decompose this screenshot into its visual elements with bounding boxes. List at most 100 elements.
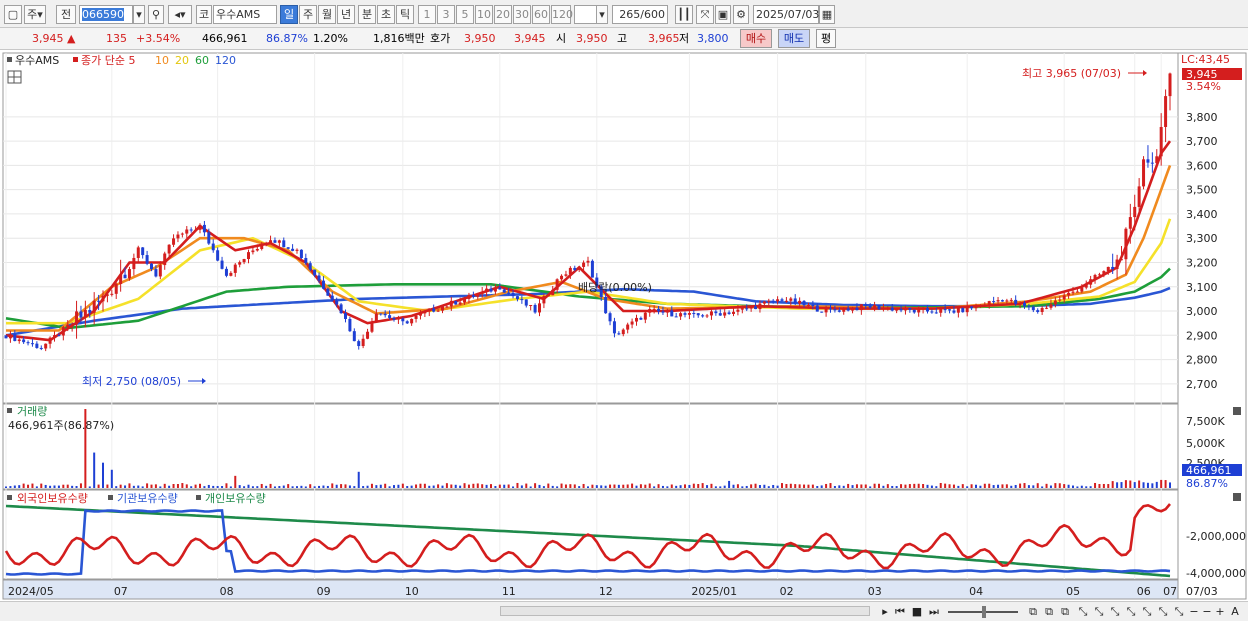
buy-button[interactable]: 매수: [740, 29, 772, 48]
legend-institution[interactable]: 기관보유수량: [117, 492, 178, 505]
minus-icon[interactable]: −: [1201, 604, 1213, 619]
market-select[interactable]: 주▾: [24, 5, 46, 24]
volume-bar: [388, 486, 391, 488]
volume-bar: [957, 485, 960, 488]
holdings-close-icon[interactable]: [1233, 493, 1241, 501]
copy-icon[interactable]: ⧉: [1058, 604, 1072, 619]
interval-60[interactable]: 60: [532, 5, 550, 24]
period-second[interactable]: 초: [377, 5, 395, 24]
candle-body: [1155, 156, 1159, 164]
prev-button[interactable]: 전: [56, 5, 76, 24]
speaker-icon[interactable]: ◂▾: [168, 5, 192, 24]
zoom-slider-handle[interactable]: [982, 606, 986, 618]
search-icon[interactable]: ⚲: [148, 5, 164, 24]
interval-30[interactable]: 30: [513, 5, 531, 24]
legend-square-icon: [196, 495, 201, 500]
crosshair-icon[interactable]: ⤧: [696, 5, 714, 24]
candle-body: [881, 307, 885, 310]
interval-120[interactable]: 120: [551, 5, 573, 24]
code-input[interactable]: 066590: [79, 5, 133, 24]
volume-bar: [344, 484, 347, 488]
legend-foreign[interactable]: 외국인보유수량: [17, 492, 88, 505]
volume-bar: [551, 485, 554, 488]
quote-bar: 3,945 ▲ 135 +3.54% 466,961 86.87% 1.20% …: [0, 28, 1248, 50]
code-dropdown-icon[interactable]: ▾: [133, 5, 145, 24]
chart-canvas[interactable]: 2,700 2,800 2,900 3,000 3,100 3,200 3,300 3,400…: [0, 51, 1248, 601]
volume-bar: [794, 484, 797, 488]
interval-3[interactable]: 3: [437, 5, 455, 24]
candle-body: [53, 335, 56, 338]
draw-line-icon[interactable]: ⤡: [1156, 604, 1170, 619]
volume-bar: [811, 484, 814, 488]
ma-legend-label[interactable]: 종가 단순 5: [81, 54, 135, 67]
legend-individual[interactable]: 개인보유수량: [205, 492, 266, 505]
draw-line-icon[interactable]: ⤡: [1140, 604, 1154, 619]
stock-name-field[interactable]: 우수AMS: [213, 5, 277, 24]
window-icon[interactable]: ▢: [4, 5, 22, 24]
candle-body: [855, 307, 859, 311]
interval-dropdown-icon[interactable]: ▾: [596, 5, 608, 24]
price-tick-label: 3,100: [1186, 281, 1218, 294]
x-tick-label: 07: [114, 585, 128, 598]
period-minute[interactable]: 분: [358, 5, 376, 24]
chart-area[interactable]: 2,700 2,800 2,900 3,000 3,100 3,200 3,300 3,400…: [0, 51, 1248, 601]
interval-1[interactable]: 1: [418, 5, 436, 24]
save-icon[interactable]: ▣: [715, 5, 731, 24]
font-size-icon[interactable]: A: [1228, 604, 1242, 619]
period-yearly[interactable]: 년: [337, 5, 355, 24]
calendar-icon[interactable]: ▦: [819, 5, 835, 24]
volume-bar: [119, 484, 122, 488]
forward-icon[interactable]: ⏭: [927, 604, 941, 619]
volume-bar: [714, 486, 717, 488]
count-field[interactable]: 265/600: [612, 5, 668, 24]
volume-ratio: 86.87%: [266, 32, 308, 45]
draw-line-icon[interactable]: ⤡: [1172, 604, 1186, 619]
candle-icon[interactable]: ┃┃: [675, 5, 693, 24]
scroll-right-icon[interactable]: ▸: [879, 604, 891, 619]
interval-10[interactable]: 10: [475, 5, 493, 24]
volume-bar: [1041, 486, 1044, 488]
draw-line-icon[interactable]: ⤡: [1092, 604, 1106, 619]
candle-body: [718, 313, 722, 316]
candle-body: [1014, 299, 1018, 305]
candle-body: [480, 291, 484, 294]
rewind-icon[interactable]: ⏮: [893, 604, 907, 619]
candle-body: [573, 267, 577, 270]
interval-5[interactable]: 5: [456, 5, 474, 24]
draw-line-icon[interactable]: ⤡: [1124, 604, 1138, 619]
period-weekly[interactable]: 주: [299, 5, 317, 24]
average-button[interactable]: 평: [816, 29, 836, 48]
candle-body: [1115, 259, 1119, 270]
period-daily[interactable]: 일: [280, 5, 298, 24]
candle-body: [352, 331, 356, 342]
volume-bar: [975, 484, 977, 488]
volume-bar: [966, 486, 969, 488]
draw-line-icon[interactable]: ⤡: [1108, 604, 1122, 619]
stop-icon[interactable]: ■: [910, 604, 924, 619]
candle-body: [890, 307, 894, 311]
period-monthly[interactable]: 월: [318, 5, 336, 24]
candle-body: [780, 299, 784, 301]
zoom-out-icon[interactable]: −: [1188, 604, 1200, 619]
scroll-track[interactable]: [500, 606, 870, 616]
candle-body: [357, 341, 361, 347]
volume-bar: [225, 483, 228, 488]
volume-title[interactable]: 거래량: [17, 405, 47, 418]
volume-close-icon[interactable]: [1233, 407, 1241, 415]
gear-icon[interactable]: ⚙: [733, 5, 749, 24]
interval-20[interactable]: 20: [494, 5, 512, 24]
sell-button[interactable]: 매도: [778, 29, 810, 48]
volume-bar: [1058, 483, 1061, 488]
period-tick[interactable]: 틱: [396, 5, 414, 24]
copy-icon[interactable]: ⧉: [1042, 604, 1056, 619]
candle-body: [899, 308, 903, 311]
date-field[interactable]: 2025/07/03: [753, 5, 819, 24]
volume-bar: [609, 484, 612, 488]
stock-legend[interactable]: 우수AMS: [15, 54, 59, 67]
candle-body: [705, 315, 709, 317]
plus-icon[interactable]: +: [1214, 604, 1226, 619]
copy-icon[interactable]: ⧉: [1026, 604, 1040, 619]
volume-bar: [895, 486, 898, 488]
draw-line-icon[interactable]: ⤡: [1076, 604, 1090, 619]
candle-body: [335, 300, 339, 305]
